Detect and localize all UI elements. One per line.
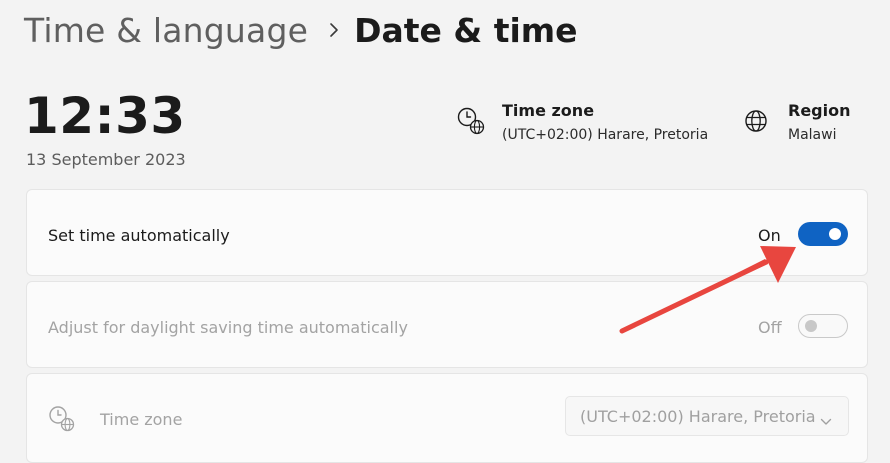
region-title: Region: [788, 101, 851, 120]
time-zone-dropdown-value: (UTC+02:00) Harare, Pretoria: [580, 407, 816, 426]
time-zone-summary: Time zone (UTC+02:00) Harare, Pretoria: [456, 100, 708, 146]
daylight-saving-row: Adjust for daylight saving time automati…: [26, 281, 868, 368]
chevron-down-icon: [820, 411, 832, 430]
clock-globe-icon: [47, 404, 77, 438]
toggle-knob: [805, 320, 817, 332]
time-zone-row: Time zone (UTC+02:00) Harare, Pretoria: [26, 373, 868, 463]
region-summary: Region Malawi: [742, 100, 851, 146]
set-time-automatically-state: On: [758, 226, 781, 245]
current-time: 12:33: [24, 87, 186, 145]
clock-globe-icon: [456, 106, 486, 136]
breadcrumb: Time & language Date & time: [24, 8, 578, 52]
time-zone-title: Time zone: [502, 101, 595, 120]
set-time-automatically-toggle[interactable]: [798, 222, 848, 246]
breadcrumb-parent-link[interactable]: Time & language: [24, 11, 308, 50]
page-title: Date & time: [354, 10, 578, 50]
time-zone-label: Time zone: [100, 410, 183, 429]
time-zone-dropdown[interactable]: (UTC+02:00) Harare, Pretoria: [565, 396, 849, 436]
globe-icon: [742, 106, 772, 136]
current-date: 13 September 2023: [26, 150, 186, 169]
daylight-saving-toggle[interactable]: [798, 314, 848, 338]
region-value: Malawi: [788, 127, 837, 143]
daylight-saving-state: Off: [758, 318, 782, 337]
toggle-knob: [829, 228, 841, 240]
set-time-automatically-label: Set time automatically: [48, 226, 230, 245]
time-zone-value: (UTC+02:00) Harare, Pretoria: [502, 127, 709, 143]
daylight-saving-label: Adjust for daylight saving time automati…: [48, 318, 408, 337]
chevron-right-icon: [328, 22, 340, 38]
set-time-automatically-row: Set time automatically On: [26, 189, 868, 276]
